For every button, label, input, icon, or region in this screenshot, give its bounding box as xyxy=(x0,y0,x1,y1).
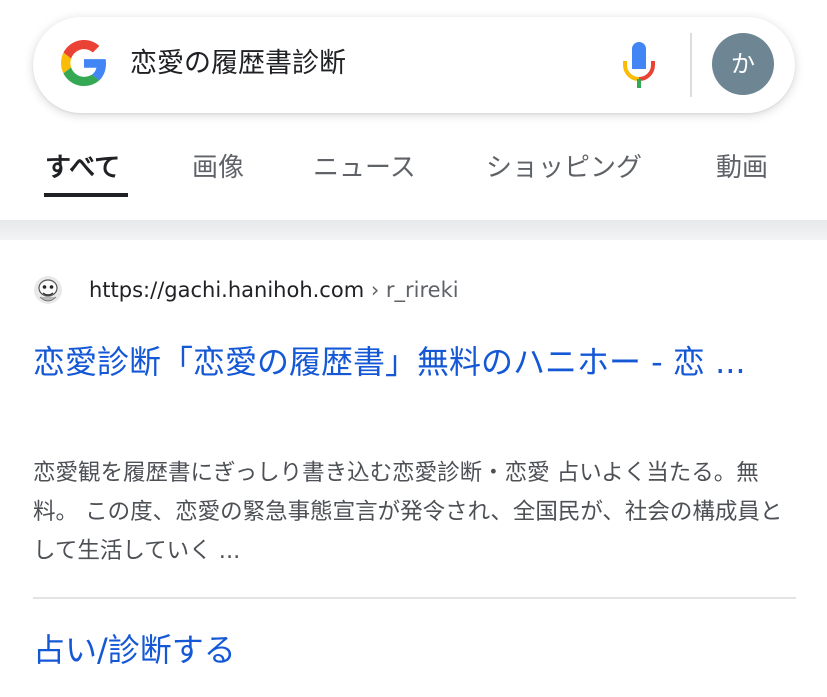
header-separator xyxy=(0,220,827,240)
result-title-link[interactable]: 恋愛診断「恋愛の履歴書」無料のハニホー - 恋 ... xyxy=(33,336,803,389)
tab-news[interactable]: ニュース xyxy=(313,150,416,186)
result-url[interactable]: https://gachi.hanihoh.com › r_rireki xyxy=(89,276,459,304)
result-url-path: r_rireki xyxy=(385,278,459,302)
active-tab-indicator xyxy=(44,193,128,197)
account-avatar[interactable]: か xyxy=(712,33,774,95)
searchbar-divider xyxy=(690,33,692,97)
result-url-separator: › xyxy=(364,278,386,302)
search-tabs: すべて 画像 ニュース ショッピング 動画 xyxy=(0,140,827,220)
site-favicon-icon[interactable] xyxy=(33,275,63,305)
google-g-icon[interactable] xyxy=(61,40,107,86)
microphone-icon[interactable] xyxy=(621,41,657,89)
search-bar[interactable]: 恋愛の履歴書診断 か xyxy=(33,17,795,113)
result-snippet: 恋愛観を履歴書にぎっしり書き込む恋愛診断・恋愛 占いよく当たる。無料。 この度、… xyxy=(33,460,783,564)
search-input[interactable]: 恋愛の履歴書診断 xyxy=(130,45,346,83)
result-sitelink[interactable]: 占い/診断する xyxy=(33,628,236,672)
tab-all[interactable]: すべて xyxy=(45,150,120,186)
result-url-host: https://gachi.hanihoh.com xyxy=(89,278,365,302)
tab-images[interactable]: 画像 xyxy=(192,150,244,186)
tab-videos[interactable]: 動画 xyxy=(716,150,768,186)
tab-shopping[interactable]: ショッピング xyxy=(486,150,642,186)
result-divider xyxy=(33,597,796,599)
search-header: 恋愛の履歴書診断 か すべて 画像 ニュース ショッピング 動画 xyxy=(0,0,827,220)
